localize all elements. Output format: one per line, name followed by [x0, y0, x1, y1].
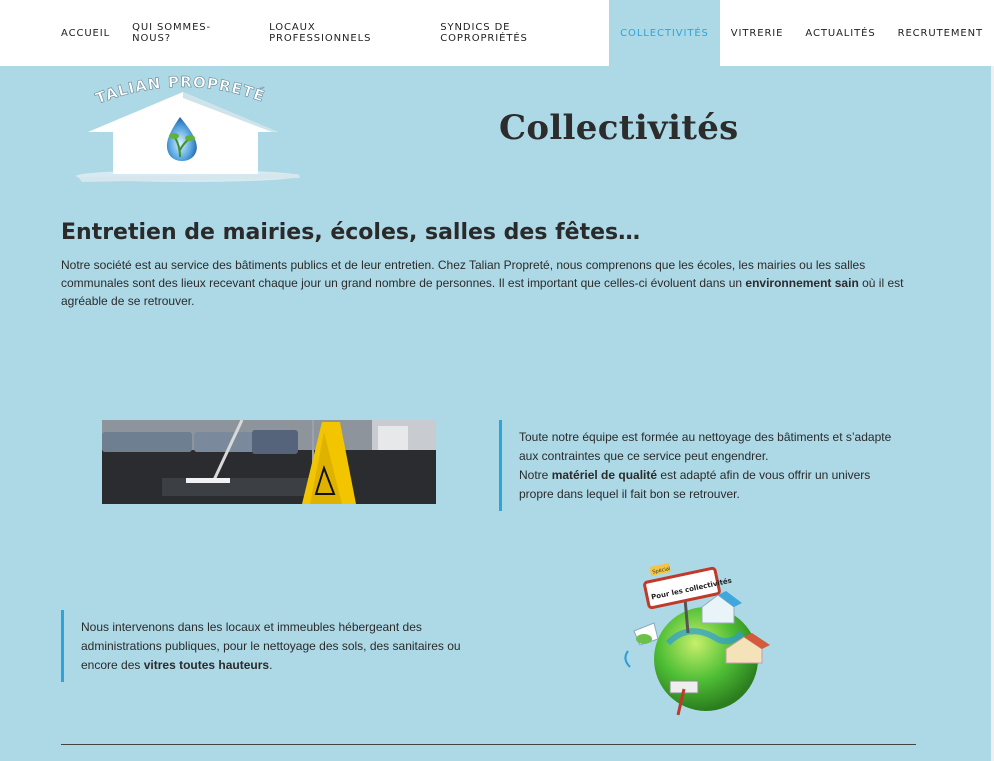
nav-item-collectivites[interactable]: COLLECTIVITÉS: [609, 0, 720, 66]
quote1-bold-text: matériel de qualité: [551, 468, 658, 482]
nav-item-qui-sommes-nous[interactable]: QUI SOMMES-NOUS?: [121, 0, 258, 66]
nav-item-actualites[interactable]: ACTUALITÉS: [794, 0, 886, 66]
quote2-text-end: .: [269, 658, 273, 672]
team-quote-line1: Toute notre équipe est formée au nettoya…: [519, 430, 892, 463]
nav-item-syndics[interactable]: SYNDICS DE COPROPRIÉTÉS: [429, 0, 609, 66]
quote1-text-start: Notre: [519, 468, 552, 482]
collectivites-globe-image: Spécial Pour les collectivités: [618, 563, 796, 721]
site-logo[interactable]: TALIAN PROPRETÉ: [68, 72, 308, 194]
cleaning-floor-image: [102, 420, 436, 504]
team-quote-line2: Notre matériel de qualité est adapté afi…: [519, 466, 899, 504]
nav-item-vitrerie[interactable]: VITRERIE: [720, 0, 795, 66]
intro-bold-text: environnement sain: [745, 276, 859, 290]
nav-item-locaux-professionnels[interactable]: LOCAUX PROFESSIONNELS: [258, 0, 429, 66]
team-quote: Toute notre équipe est formée au nettoya…: [499, 420, 899, 511]
top-navigation: ACCUEIL QUI SOMMES-NOUS? LOCAUX PROFESSI…: [0, 0, 994, 66]
quote2-bold-text: vitres toutes hauteurs: [143, 658, 270, 672]
intro-paragraph: Notre société est au service des bâtimen…: [61, 256, 921, 310]
bottom-divider: [61, 744, 916, 745]
page-title: Collectivités: [499, 108, 739, 148]
nav-item-recrutement[interactable]: RECRUTEMENT: [887, 0, 994, 66]
services-quote: Nous intervenons dans les locaux et imme…: [61, 610, 481, 682]
logo-house-icon: TALIAN PROPRETÉ: [76, 73, 300, 182]
nav-item-accueil[interactable]: ACCUEIL: [50, 0, 121, 66]
section-heading: Entretien de mairies, écoles, salles des…: [61, 220, 641, 245]
nav-menu: ACCUEIL QUI SOMMES-NOUS? LOCAUX PROFESSI…: [50, 0, 994, 66]
